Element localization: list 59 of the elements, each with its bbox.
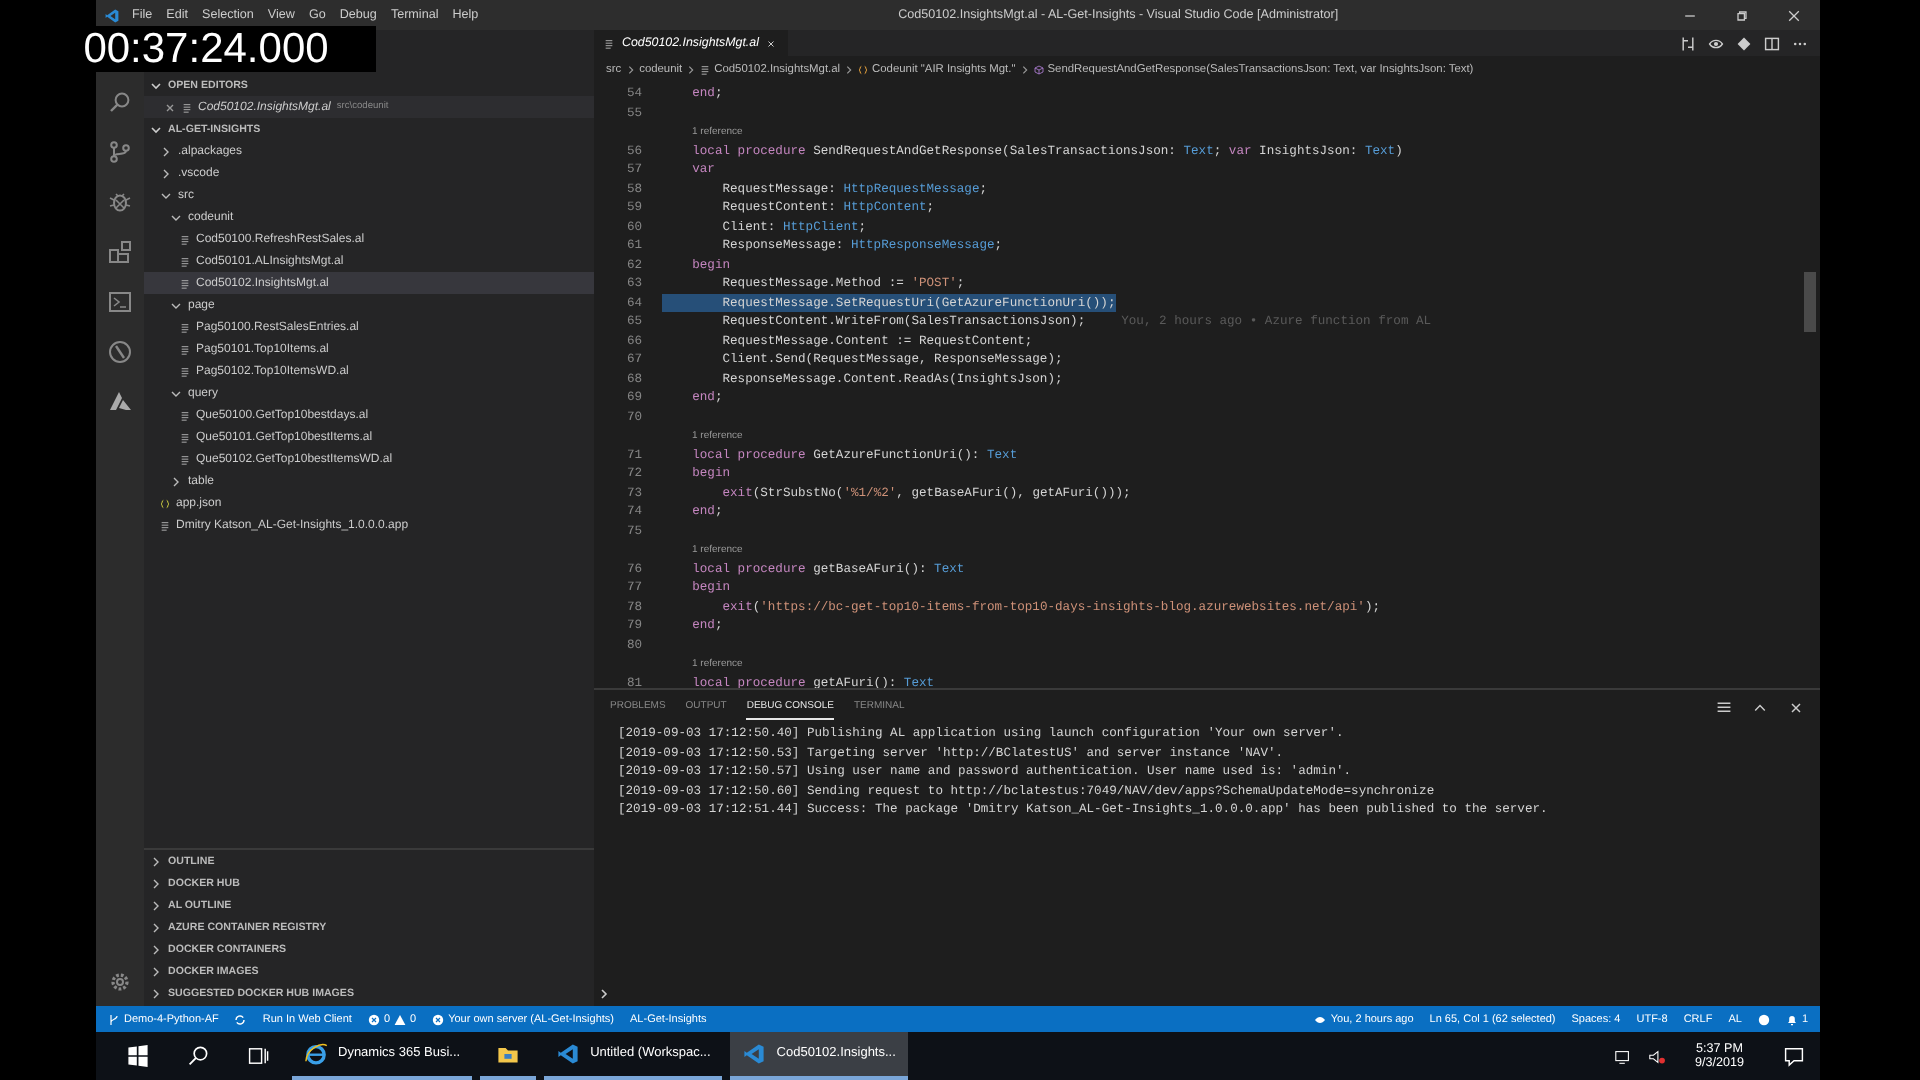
close-icon[interactable] — [1788, 699, 1804, 715]
branch-icon — [108, 1013, 120, 1025]
chevron-up-icon[interactable] — [1752, 699, 1768, 715]
file-icon — [160, 519, 170, 531]
close-circle-icon — [432, 1013, 445, 1025]
chevron-right-icon — [686, 63, 697, 75]
sync-icon[interactable] — [234, 1013, 247, 1025]
prompt-chevron-icon — [598, 988, 610, 1000]
close-icon[interactable] — [766, 37, 777, 49]
azure-icon[interactable] — [108, 390, 132, 414]
file-icon — [182, 101, 192, 113]
search-icon[interactable] — [186, 1044, 210, 1068]
file-icon — [180, 453, 190, 465]
file-icon — [180, 431, 190, 443]
windows-start-icon[interactable] — [126, 1044, 150, 1068]
chevron-down-icon[interactable] — [150, 123, 162, 135]
browser-e-icon — [304, 1042, 328, 1066]
eye-icon[interactable] — [1708, 35, 1724, 51]
list-icon[interactable] — [1716, 699, 1732, 715]
chevron-right-icon — [625, 63, 636, 75]
settings-icon[interactable] — [108, 970, 132, 994]
restore-icon[interactable] — [1734, 7, 1750, 23]
warning-icon — [394, 1013, 406, 1025]
file-icon — [180, 321, 190, 333]
cube-icon — [1033, 63, 1044, 75]
file-icon — [180, 255, 190, 267]
bell-icon — [1785, 1013, 1798, 1025]
braces-icon — [858, 63, 869, 75]
file-icon — [700, 63, 711, 75]
file-icon — [180, 365, 190, 377]
source-control-icon[interactable] — [108, 140, 132, 164]
file-icon — [604, 37, 614, 49]
diamond-icon[interactable] — [1736, 35, 1752, 51]
folder-icon — [496, 1042, 521, 1066]
debug-icon[interactable] — [108, 190, 132, 214]
extensions-icon[interactable] — [108, 240, 132, 264]
notification-icon[interactable] — [1782, 1044, 1806, 1068]
scrollbar-thumb[interactable] — [1804, 272, 1816, 332]
chevron-right-icon — [1019, 63, 1030, 75]
chevron-down-icon[interactable] — [150, 79, 162, 91]
eye-icon — [1314, 1013, 1327, 1025]
json-icon — [160, 497, 170, 509]
compare-icon[interactable] — [1680, 35, 1696, 51]
file-icon — [180, 343, 190, 355]
network-icon[interactable] — [1614, 1047, 1633, 1065]
split-editor-icon[interactable] — [1764, 35, 1780, 51]
file-icon — [180, 233, 190, 245]
volume-muted-icon[interactable] — [1648, 1047, 1667, 1065]
file-icon — [180, 409, 190, 421]
close-icon[interactable] — [164, 101, 176, 113]
error-icon — [367, 1013, 380, 1025]
vscode-logo-icon — [556, 1042, 581, 1066]
task-view-icon[interactable] — [246, 1044, 270, 1068]
close-icon[interactable] — [1786, 7, 1802, 23]
terminal-icon[interactable] — [108, 290, 132, 314]
vscode-logo-icon — [742, 1042, 767, 1066]
vscode-logo-icon — [104, 7, 120, 23]
file-icon — [180, 277, 190, 289]
chevron-right-icon — [844, 63, 855, 75]
